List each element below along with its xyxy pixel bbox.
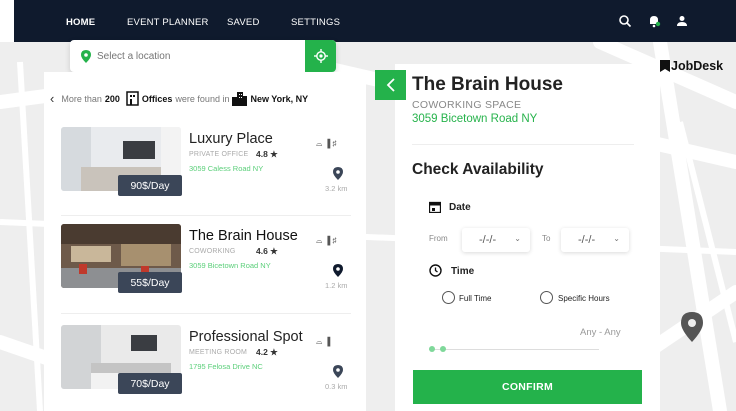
listing-distance: 1.2 km xyxy=(325,281,348,290)
listing-address: 1795 Felosa Drive NC xyxy=(189,362,263,371)
from-date-select[interactable]: -/-/- ⌄ xyxy=(462,228,530,252)
to-date-value: -/-/- xyxy=(578,234,596,246)
divider xyxy=(61,215,351,216)
listing-type: MEETING ROOM xyxy=(189,349,248,356)
locate-me-button[interactable] xyxy=(305,40,336,72)
top-navigation: HOME EVENT PLANNER SAVED SETTINGS xyxy=(14,0,736,42)
results-city: New York, NY xyxy=(250,93,309,104)
listing-type: PRIVATE OFFICE xyxy=(189,151,249,158)
time-range-slider[interactable] xyxy=(429,349,599,350)
notification-bell-icon[interactable] xyxy=(647,14,661,28)
office-building-icon xyxy=(126,91,139,106)
city-icon xyxy=(232,91,248,106)
listing-card-the-brain-house[interactable]: 55$/Day The Brain House COWORKING 4.6 ★ … xyxy=(61,224,356,302)
price-tag: 55$/Day xyxy=(118,272,182,293)
detail-panel: The Brain House COWORKING SPACE 3059 Bic… xyxy=(395,64,660,411)
location-pin-icon xyxy=(81,49,91,63)
listing-title: The Brain House xyxy=(189,228,298,244)
full-time-radio[interactable] xyxy=(442,291,455,304)
detail-address: 3059 Bicetown Road NY xyxy=(412,113,538,125)
from-date-value: -/-/- xyxy=(479,234,497,246)
listing-distance: 0.3 km xyxy=(325,382,348,391)
listing-card-professional-spot[interactable]: 70$/Day Professional Spot MEETING ROOM 4… xyxy=(61,325,356,403)
to-label: To xyxy=(542,234,551,243)
slider-handle-end[interactable] xyxy=(440,346,446,352)
back-chevron-icon[interactable]: ‹ xyxy=(50,91,54,106)
price-tag: 70$/Day xyxy=(118,373,182,394)
check-availability-heading: Check Availability xyxy=(412,161,544,178)
detail-type: COWORKING SPACE xyxy=(412,99,522,111)
time-range-value: Any - Any xyxy=(580,327,621,338)
slider-handle-start[interactable] xyxy=(429,346,435,352)
price-tag: 90$/Day xyxy=(118,175,182,196)
listing-type: COWORKING xyxy=(189,248,236,255)
results-header: ‹ More than 200 Offices were found in Ne… xyxy=(50,91,311,106)
map-marker-icon[interactable] xyxy=(681,312,703,342)
listing-title: Professional Spot xyxy=(189,329,303,345)
jobdesk-logo-icon xyxy=(660,60,670,72)
search-icon[interactable] xyxy=(618,14,632,28)
amenity-icons: ⌓ ▐ ♯ xyxy=(316,139,337,148)
confirm-button[interactable]: CONFIRM xyxy=(413,370,642,404)
chevron-down-icon: ⌄ xyxy=(514,234,521,243)
listing-card-luxury-place[interactable]: 90$/Day Luxury Place PRIVATE OFFICE 4.8 … xyxy=(61,127,356,205)
nav-event-planner[interactable]: EVENT PLANNER xyxy=(127,17,209,28)
nav-settings[interactable]: SETTINGS xyxy=(291,17,340,28)
location-input[interactable] xyxy=(97,50,287,62)
time-label: Time xyxy=(451,266,475,277)
location-search xyxy=(70,40,336,72)
listing-address: 3059 Caless Road NY xyxy=(189,164,264,173)
left-edge xyxy=(0,0,14,42)
results-panel: ‹ More than 200 Offices were found in Ne… xyxy=(44,72,366,411)
specific-hours-radio[interactable] xyxy=(540,291,553,304)
calendar-icon xyxy=(429,201,441,213)
listing-distance: 3.2 km xyxy=(325,184,348,193)
amenity-icons: ⌓ ▐ xyxy=(316,337,331,346)
results-middle: were found in xyxy=(175,93,230,104)
to-date-select[interactable]: -/-/- ⌄ xyxy=(561,228,629,252)
date-label: Date xyxy=(449,202,471,213)
full-time-label: Full Time xyxy=(459,294,492,303)
clock-icon xyxy=(429,264,442,277)
listing-rating: 4.2 ★ xyxy=(256,347,278,357)
crosshair-icon xyxy=(313,49,328,63)
user-icon[interactable] xyxy=(675,14,689,28)
listing-address: 3059 Bicetown Road NY xyxy=(189,261,271,270)
listing-rating: 4.6 ★ xyxy=(256,246,278,256)
location-pin-icon xyxy=(333,365,343,378)
chevron-left-icon xyxy=(386,78,395,92)
location-pin-icon xyxy=(333,264,343,277)
from-label: From xyxy=(429,234,448,243)
divider xyxy=(61,313,351,314)
nav-home[interactable]: HOME xyxy=(66,17,95,28)
detail-title: The Brain House xyxy=(412,74,563,95)
location-pin-icon xyxy=(333,167,343,180)
back-button[interactable] xyxy=(375,70,406,100)
listing-title: Luxury Place xyxy=(189,131,273,147)
chevron-down-icon: ⌄ xyxy=(613,234,620,243)
nav-saved[interactable]: SAVED xyxy=(227,17,260,28)
results-count: 200 xyxy=(104,93,120,104)
brand-logo: JobDesk xyxy=(660,59,723,73)
results-prefix: More than xyxy=(61,93,102,104)
results-category: Offices xyxy=(141,93,173,104)
amenity-icons: ⌓ ▐ ♯ xyxy=(316,236,337,245)
divider xyxy=(412,144,634,145)
specific-hours-label: Specific Hours xyxy=(558,294,610,303)
brand-name: JobDesk xyxy=(671,59,724,73)
listing-rating: 4.8 ★ xyxy=(256,149,278,159)
